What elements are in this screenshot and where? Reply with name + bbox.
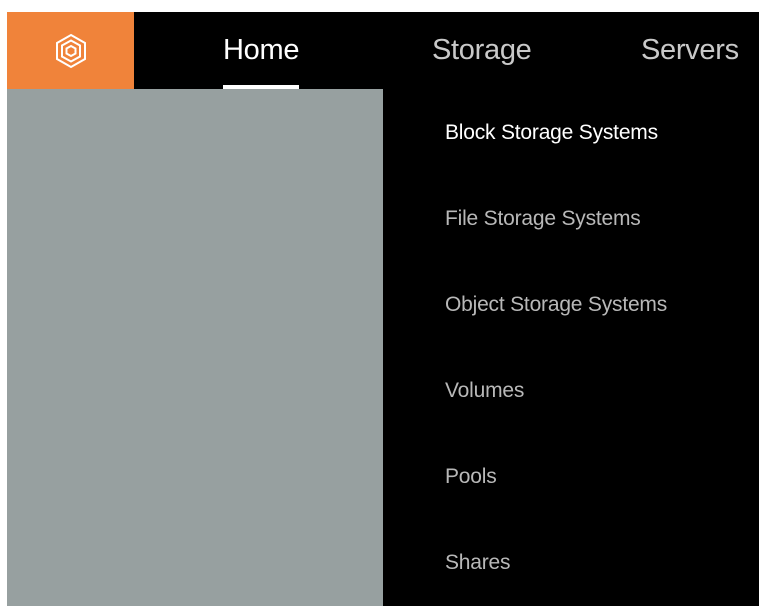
menu-item-volumes[interactable]: Volumes (383, 361, 759, 421)
tab-home[interactable]: Home (223, 12, 299, 89)
tab-servers[interactable]: Servers (641, 12, 739, 89)
content-panel (7, 89, 383, 606)
menu-item-file-storage-systems[interactable]: File Storage Systems (383, 189, 759, 249)
hexagon-logo-icon (55, 33, 86, 68)
tab-storage[interactable]: Storage (432, 12, 532, 89)
menu-item-object-storage-systems[interactable]: Object Storage Systems (383, 275, 759, 335)
tab-home-label: Home (223, 34, 300, 66)
storage-dropdown-menu: Block Storage Systems File Storage Syste… (383, 89, 759, 606)
menu-item-pools[interactable]: Pools (383, 447, 759, 507)
tab-servers-label: Servers (641, 34, 739, 66)
app-frame: Home Storage Servers Block Storage Syste… (7, 12, 759, 606)
menu-item-block-storage-systems[interactable]: Block Storage Systems (383, 103, 759, 163)
tab-storage-label: Storage (432, 34, 532, 66)
menu-item-shares[interactable]: Shares (383, 533, 759, 593)
logo[interactable] (7, 12, 134, 89)
